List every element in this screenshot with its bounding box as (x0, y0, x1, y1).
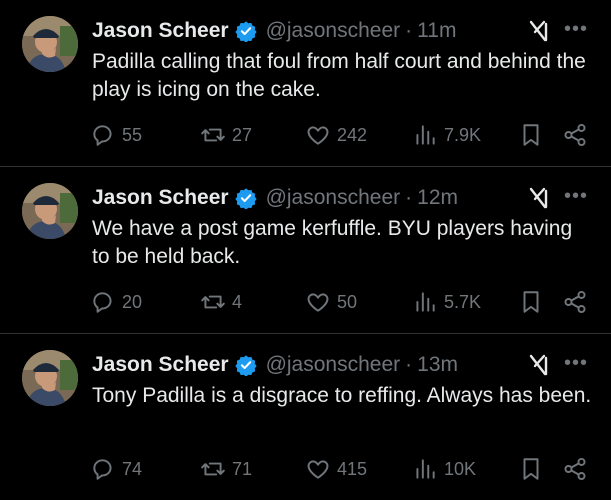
retweet-icon (201, 462, 225, 476)
grok-icon[interactable] (525, 352, 551, 378)
avatar[interactable] (22, 350, 78, 406)
more-icon[interactable]: ••• (562, 186, 590, 210)
separator: · (405, 19, 413, 42)
views-button[interactable]: 7.9K (412, 118, 481, 152)
separator: · (405, 353, 413, 376)
retweet-count: 71 (232, 458, 253, 479)
like-count: 415 (337, 458, 368, 479)
heart-icon (307, 126, 329, 145)
retweet-count: 4 (232, 291, 243, 312)
retweet-icon (201, 295, 225, 309)
views-button[interactable]: 5.7K (412, 285, 481, 319)
bookmark-icon (523, 458, 539, 480)
share-button[interactable] (562, 285, 588, 319)
retweet-button[interactable]: 71 (200, 452, 252, 486)
like-count: 50 (337, 291, 358, 312)
tweet-text: Padilla calling that foul from half cour… (92, 50, 586, 101)
views-icon (416, 459, 435, 479)
reply-icon (93, 125, 112, 146)
reply-button[interactable]: 55 (90, 118, 142, 152)
bookmark-icon (523, 124, 539, 146)
timestamp[interactable]: 12m (417, 186, 458, 210)
retweet-button[interactable]: 4 (200, 285, 242, 319)
reply-icon (93, 459, 112, 480)
author-handle[interactable]: @jasonscheer (266, 353, 401, 377)
like-count: 242 (337, 124, 368, 145)
timestamp[interactable]: 11m (417, 19, 456, 43)
author-handle[interactable]: @jasonscheer (266, 186, 401, 210)
reply-count: 74 (122, 458, 143, 479)
share-button[interactable] (562, 118, 588, 152)
tweet-actions: 20 4 50 5.7K (90, 285, 600, 319)
avatar[interactable] (22, 183, 78, 239)
grok-icon[interactable] (525, 18, 551, 44)
verified-badge-icon (234, 355, 257, 376)
heart-icon (307, 293, 329, 312)
reply-count: 55 (122, 124, 143, 145)
views-icon (416, 292, 435, 312)
view-count: 10K (444, 458, 477, 479)
views-button[interactable]: 10K (412, 452, 476, 486)
bookmark-button[interactable] (518, 452, 544, 486)
retweet-button[interactable]: 27 (200, 118, 252, 152)
grok-icon[interactable] (525, 185, 551, 211)
bookmark-button[interactable] (518, 118, 544, 152)
retweet-icon (201, 128, 225, 142)
reply-button[interactable]: 20 (90, 285, 142, 319)
more-icon[interactable]: ••• (562, 19, 590, 43)
view-count: 5.7K (444, 291, 482, 312)
tweet[interactable]: Jason Scheer @jasonscheer · 12m ••• We h… (0, 167, 611, 333)
share-icon (564, 457, 586, 481)
avatar[interactable] (22, 16, 78, 72)
retweet-count: 27 (232, 124, 253, 145)
author-name[interactable]: Jason Scheer (92, 19, 229, 43)
tweet-actions: 55 27 242 7.9K (90, 118, 600, 152)
share-icon (564, 290, 586, 314)
tweet[interactable]: Jason Scheer @jasonscheer · 13m ••• Tony… (0, 334, 611, 500)
tweet[interactable]: Jason Scheer @jasonscheer · 11m ••• Padi… (0, 0, 611, 166)
author-handle[interactable]: @jasonscheer (266, 19, 401, 43)
like-button[interactable]: 50 (305, 285, 357, 319)
verified-badge-icon (234, 188, 257, 209)
reply-button[interactable]: 74 (90, 452, 142, 486)
author-name[interactable]: Jason Scheer (92, 186, 229, 210)
view-count: 7.9K (444, 124, 482, 145)
verified-badge-icon (234, 21, 257, 42)
heart-icon (307, 460, 329, 479)
bookmark-button[interactable] (518, 285, 544, 319)
share-icon (564, 123, 586, 147)
share-button[interactable] (562, 452, 588, 486)
tweet-actions: 74 71 415 10K (90, 452, 600, 486)
separator: · (405, 186, 413, 209)
tweet-text: Tony Padilla is a disgrace to reffing. A… (92, 384, 592, 407)
tweet-text: We have a post game kerfuffle. BYU playe… (92, 217, 573, 268)
reply-icon (93, 292, 112, 313)
reply-count: 20 (122, 291, 143, 312)
timestamp[interactable]: 13m (417, 353, 458, 377)
like-button[interactable]: 415 (305, 452, 367, 486)
like-button[interactable]: 242 (305, 118, 367, 152)
more-icon[interactable]: ••• (562, 353, 590, 377)
author-name[interactable]: Jason Scheer (92, 353, 229, 377)
bookmark-icon (523, 291, 539, 313)
views-icon (416, 125, 435, 145)
